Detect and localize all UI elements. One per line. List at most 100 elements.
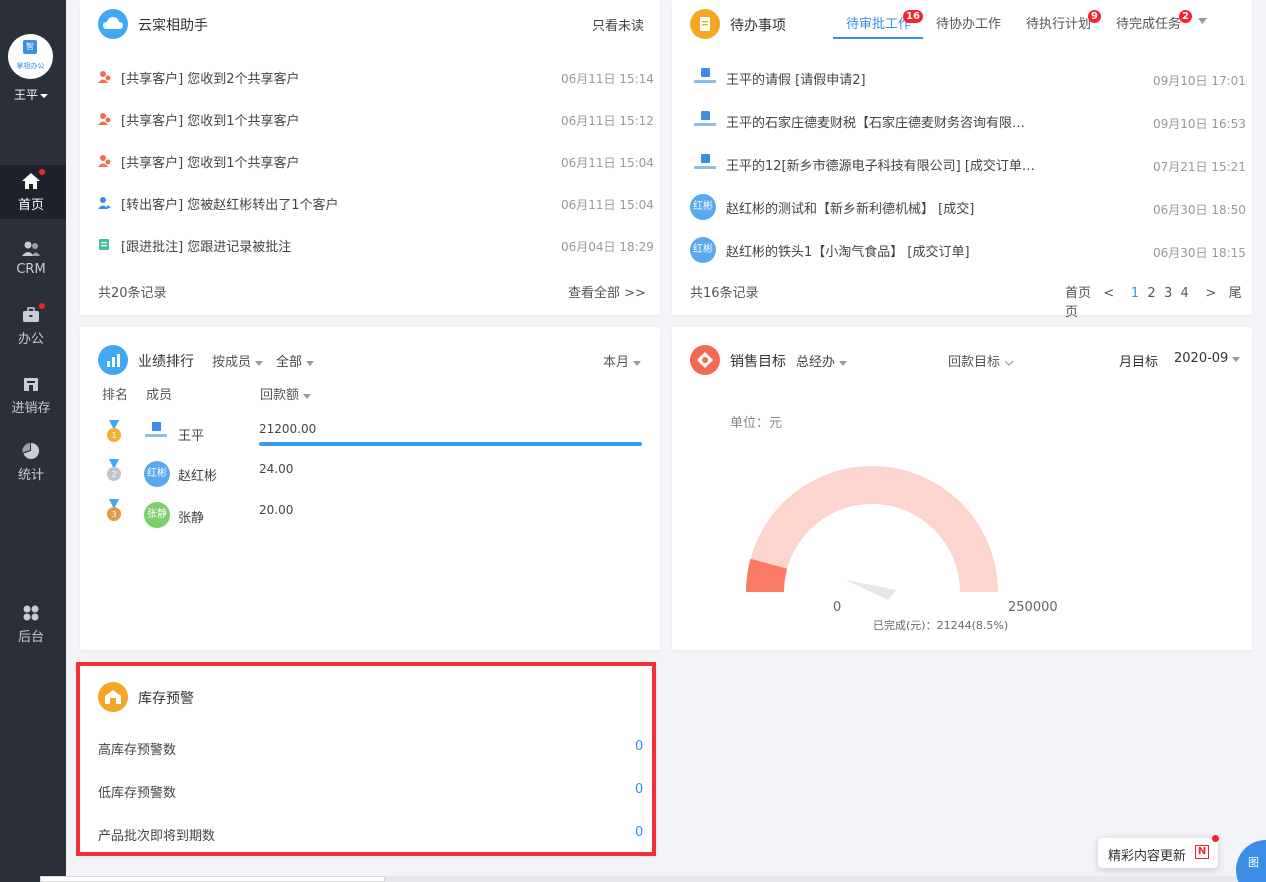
- rank-by-dropdown[interactable]: 按成员: [212, 351, 264, 370]
- gauge-pointer: [846, 580, 896, 600]
- gauge-track: [746, 466, 998, 593]
- tab-badge: 16: [903, 10, 923, 23]
- tabs-more-icon[interactable]: [1198, 18, 1207, 24]
- notification-dot: [39, 303, 45, 309]
- ranking-panel: 业绩排行 按成员 全部 本月 排名 成员 回款额 1 王平 21200.00 2…: [80, 327, 660, 650]
- service-icon: 图: [1248, 856, 1259, 869]
- avatar: 红彬: [144, 461, 170, 487]
- user-menu[interactable]: 王平: [0, 86, 62, 103]
- bar-chart-icon: [98, 345, 128, 375]
- tab-label: 待完成任务: [1116, 17, 1182, 32]
- member-name: 赵红彬: [178, 469, 218, 484]
- column-header-rank: 排名: [102, 388, 129, 403]
- content-update-button[interactable]: 精彩内容更新 N: [1098, 835, 1219, 868]
- list-item-text[interactable]: [共享客户] 您收到1个共享客户: [121, 110, 300, 129]
- app-logo-icon: [694, 111, 716, 133]
- amount-progress-track: [259, 442, 642, 446]
- pager-page[interactable]: 4: [1181, 286, 1189, 301]
- sidebar-item-home[interactable]: 首页: [0, 169, 62, 213]
- svg-text:3: 3: [111, 510, 116, 519]
- list-item-time: 06月11日 15:14: [561, 72, 654, 86]
- pager-first[interactable]: 首页: [1065, 286, 1091, 301]
- tab-pending-task[interactable]: 待完成任务: [1116, 13, 1181, 32]
- list-item-text[interactable]: [转出客户] 您被赵红彬转出了1个客户: [121, 194, 339, 213]
- bronze-medal-icon: 3: [107, 499, 121, 521]
- member-amount: 21200.00: [259, 422, 317, 436]
- sidebar-item-office[interactable]: 办公: [0, 303, 62, 347]
- member-name: 王平: [178, 429, 205, 444]
- sidebar: 智 掌相办公 王平 首页 CRM 办公 进销存 统计 后台: [0, 0, 66, 882]
- avatar: 张静: [144, 502, 170, 528]
- completed-label: 已完成(元)：21244(8.5%): [873, 619, 1009, 632]
- sidebar-item-label: 首页: [17, 198, 44, 213]
- panel-title: 待办事项: [730, 18, 786, 34]
- dropdown-value: 全部: [276, 355, 303, 370]
- list-item-text[interactable]: 王平的12[新乡市德源电子科技有限公司] [成交订单…: [726, 155, 1035, 174]
- sidebar-item-inventory[interactable]: 进销存: [0, 375, 62, 416]
- chevron-down-icon: [633, 361, 642, 366]
- period-dropdown[interactable]: 本月: [603, 351, 642, 370]
- record-total: 共20条记录: [98, 286, 167, 301]
- users-icon: [21, 240, 41, 258]
- todo-icon: [690, 9, 720, 39]
- pager-page[interactable]: 2: [1147, 286, 1155, 301]
- tab-active-underline: [833, 37, 923, 39]
- list-item-text[interactable]: 王平的请假 [请假申请2]: [726, 69, 866, 88]
- sidebar-item-label: CRM: [16, 262, 46, 277]
- amount-progress-fill: [259, 442, 642, 446]
- pager-prev[interactable]: <: [1103, 286, 1114, 301]
- list-item-text[interactable]: [跟进批注] 您跟进记录被批注: [121, 236, 291, 255]
- chevron-down-icon: [40, 93, 48, 98]
- share-customer-icon: [98, 154, 111, 167]
- scope-dropdown[interactable]: 全部: [276, 351, 315, 370]
- member-amount: 24.00: [259, 462, 294, 476]
- notification-dot: [1212, 835, 1219, 842]
- tab-pending-plan[interactable]: 待执行计划: [1026, 13, 1091, 32]
- pager-next[interactable]: >: [1205, 286, 1216, 301]
- floating-service-button[interactable]: 图: [1236, 840, 1266, 882]
- home-icon: [21, 169, 45, 190]
- svg-text:2: 2: [111, 470, 116, 479]
- list-item-time: 09月10日 16:53: [1153, 117, 1246, 131]
- member-name: 张静: [178, 511, 205, 526]
- list-item-text[interactable]: 王平的石家庄德麦财税【石家庄德麦财务咨询有限…: [726, 112, 1025, 131]
- sidebar-item-crm[interactable]: CRM: [0, 240, 62, 277]
- cloud-icon: [98, 9, 128, 39]
- list-item-text[interactable]: [共享客户] 您收到2个共享客户: [121, 68, 300, 87]
- brand-logo-icon: 智: [23, 40, 37, 54]
- list-item-text[interactable]: 赵红彬的测试和【新乡新利德机械】 [成交]: [726, 198, 974, 217]
- list-item-time: 06月30日 18:15: [1153, 246, 1246, 260]
- column-header-amount[interactable]: 回款额: [260, 384, 312, 403]
- unread-filter-link[interactable]: 只看未读: [592, 15, 644, 34]
- tab-pending-approval[interactable]: 待审批工作: [846, 13, 911, 32]
- pager-page[interactable]: 1: [1131, 286, 1139, 301]
- tab-assist-work[interactable]: 待协办工作: [936, 13, 1001, 32]
- list-item-time: 06月11日 15:04: [561, 198, 654, 212]
- grid-icon: [21, 604, 41, 622]
- tab-label: 待协办工作: [936, 17, 1002, 32]
- pagination: 首页 < 1 2 3 4 > 尾页: [1065, 282, 1252, 320]
- list-item-time: 06月11日 15:12: [561, 114, 654, 128]
- list-item-time: 07月21日 15:21: [1153, 160, 1246, 174]
- chevron-down-icon: [255, 361, 264, 366]
- list-item-text[interactable]: 赵红彬的铁头1【小淘气食品】 [成交订单]: [726, 241, 970, 260]
- sidebar-item-admin[interactable]: 后台: [0, 604, 62, 645]
- tab-badge: 2: [1179, 10, 1192, 23]
- user-avatar[interactable]: 智 掌相办公: [8, 34, 53, 79]
- panel-title: 业绩排行: [138, 354, 194, 370]
- pager-page[interactable]: 3: [1164, 286, 1172, 301]
- app-logo-icon: [694, 68, 716, 90]
- chevron-down-icon: [306, 361, 315, 366]
- list-item-time: 06月04日 18:29: [561, 240, 654, 254]
- list-item-time: 09月10日 17:01: [1153, 74, 1246, 88]
- column-header-member: 成员: [146, 388, 173, 403]
- sidebar-item-stats[interactable]: 统计: [0, 442, 62, 483]
- avatar: 红彬: [690, 237, 716, 263]
- sidebar-item-label: 办公: [17, 332, 44, 347]
- horizontal-scrollbar[interactable]: [40, 876, 1266, 882]
- scrollbar-thumb[interactable]: [40, 876, 385, 882]
- panel-title: 云寀相助手: [138, 18, 208, 34]
- list-item-text[interactable]: [共享客户] 您收到1个共享客户: [121, 152, 300, 171]
- view-all-link[interactable]: 查看全部 >>: [568, 282, 646, 301]
- update-label: 精彩内容更新: [1108, 849, 1187, 864]
